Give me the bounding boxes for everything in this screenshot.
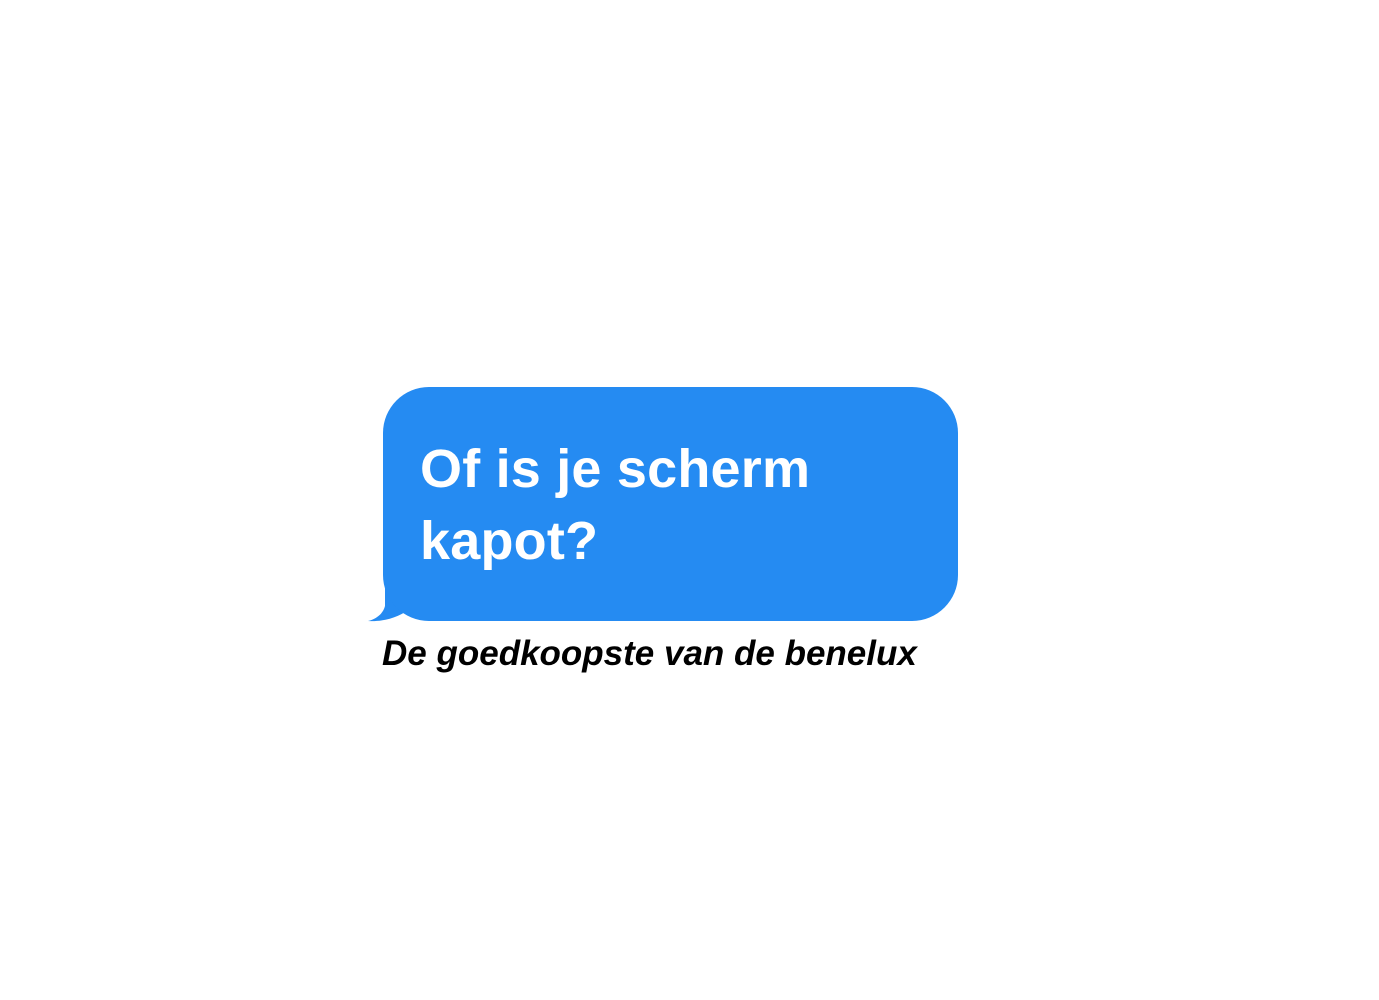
message-text: Of is je scherm kapot? — [420, 439, 811, 571]
ad-canvas: Of is je scherm kapot? De goedkoopste va… — [0, 0, 1379, 1000]
message-bubble: Of is je scherm kapot? — [366, 386, 960, 622]
message-bubble-body: Of is je scherm kapot? — [383, 387, 958, 621]
tagline-text: De goedkoopste van de benelux — [382, 634, 917, 673]
